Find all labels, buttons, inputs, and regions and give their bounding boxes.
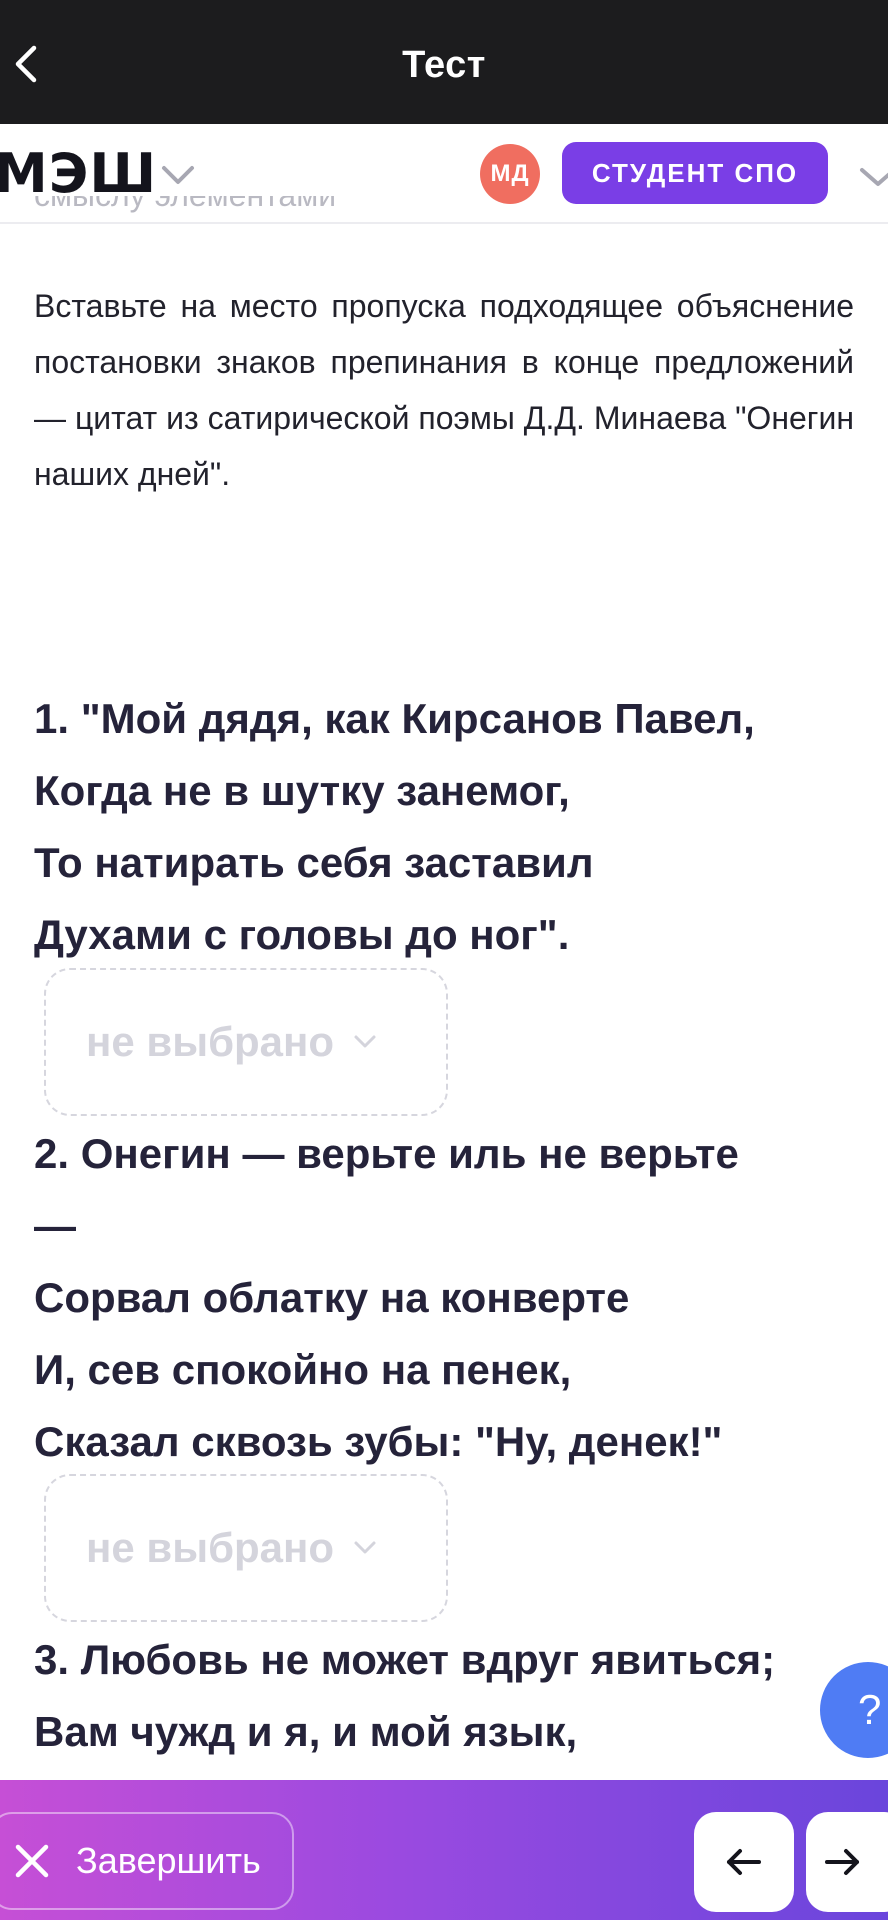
finish-button[interactable]: Завершить [0,1812,294,1910]
page-title: Тест [402,44,486,86]
help-icon: ? [858,1686,882,1733]
answer-select-value: не выбрано [86,1018,335,1065]
question-line: Сорвал облатку на конверте [34,1274,630,1321]
question-line: И, сев спокойно на пенек, [34,1346,572,1393]
avatar[interactable]: МД [480,144,540,204]
chevron-down-icon[interactable] [858,164,888,190]
question-line: — [34,1202,76,1249]
question-line: 2. Онегин — верьте иль не верьте [34,1130,739,1177]
question-2: 2. Онегин — верьте иль не верьте — Сорва… [34,1118,864,1478]
next-button[interactable] [806,1812,888,1912]
previous-button[interactable] [694,1812,794,1912]
question-line: То натирать себя заставил [34,839,594,886]
role-badge[interactable]: СТУДЕНТ СПО [562,142,828,204]
previous-text-fragment: смыслу элементами [34,196,336,226]
chevron-down-icon [354,1541,376,1554]
finish-label: Завершить [76,1840,261,1881]
page: Тест МЭШ МД СТУДЕНТ СПО смыслу элементам… [0,0,888,1920]
question-3: 3. Любовь не может вдруг явиться; Вам чу… [34,1624,864,1768]
arrow-right-icon [825,1849,859,1875]
chevron-down-icon[interactable] [160,162,196,190]
question-line: 1. "Мой дядя, как Кирсанов Павел, [34,695,755,742]
title-bar: Тест [0,0,888,124]
question-line: Духами с головы до ног". [34,911,570,958]
bottom-bar: Завершить [0,1780,888,1920]
arrow-left-icon [727,1849,761,1875]
answer-select-1[interactable]: не выбрано [44,968,448,1116]
chevron-down-icon [354,1035,376,1048]
question-line: Вам чужд и я, и мой язык, [34,1708,578,1755]
question-line: Сказал сквозь зубы: "Ну, денек!" [34,1418,723,1465]
answer-select-value: не выбрано [86,1524,335,1571]
previous-text: смыслу элементами [34,196,336,211]
question-line: 3. Любовь не может вдруг явиться; [34,1636,776,1683]
answer-select-2[interactable]: не выбрано [44,1474,448,1622]
task-instruction: Вставьте на место пропуска подходящее об… [34,288,854,492]
question-line: Когда не в шутку занемог, [34,767,570,814]
question-1: 1. "Мой дядя, как Кирсанов Павел, Когда … [34,683,864,971]
close-icon [15,1844,49,1878]
